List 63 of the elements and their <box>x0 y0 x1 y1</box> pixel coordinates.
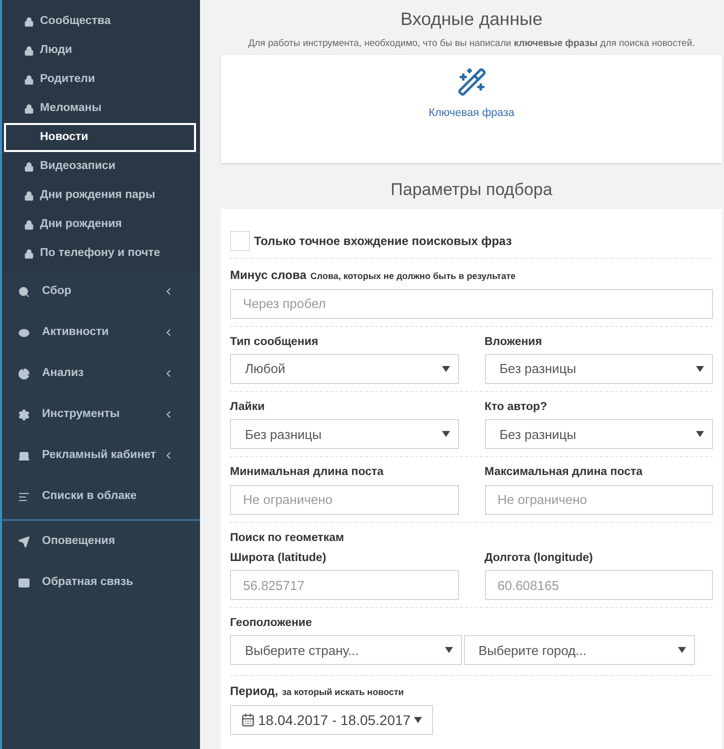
field-label: Долгота (longitude) <box>484 550 594 566</box>
input-field[interactable]: Не ограничено <box>230 484 458 514</box>
menu-item[interactable]: Инструменты <box>2 394 200 435</box>
submenu-item[interactable]: Дни рождения пары <box>2 181 200 210</box>
menu-item[interactable]: Анализ <box>2 353 200 394</box>
section-title: Входные данные <box>400 8 544 31</box>
magic-wand-icon <box>456 67 486 98</box>
menu-item[interactable]: Обратная связь <box>2 562 200 603</box>
caret-icon <box>444 647 452 654</box>
caret-icon <box>414 717 422 724</box>
submenu-item[interactable]: Меломаны <box>2 94 200 123</box>
field-label: Поиск по геометкам <box>230 530 345 546</box>
field-label: Вложения <box>484 334 543 350</box>
field-note: за который искать новости <box>282 686 404 700</box>
field-label: Широта (latitude) <box>230 550 328 566</box>
list-icon <box>18 490 30 502</box>
pie-chart-icon <box>18 368 30 380</box>
date-range-button[interactable]: 18.04.2017 - 18.05.2017 <box>230 705 433 736</box>
submenu-item[interactable]: Родители <box>2 65 200 94</box>
input-field[interactable]: 56.825717 <box>230 570 458 600</box>
caret-icon <box>442 366 450 372</box>
input-field[interactable]: 60.608165 <box>484 570 713 600</box>
field-label: Период, <box>230 683 278 700</box>
field-label: Тип сообщения <box>230 334 320 350</box>
submenu-item[interactable]: Дни рождения <box>2 210 200 239</box>
field-label: Лайки <box>230 400 266 415</box>
field-label: Максимальная длина поста <box>484 465 644 480</box>
menu-item[interactable]: Рекламный кабинет <box>2 435 200 476</box>
magnifier-icon <box>18 286 30 298</box>
input-field[interactable]: Не ограничено <box>484 484 713 514</box>
select-dropdown[interactable]: Без разницы <box>484 354 713 384</box>
field-label: Минус слова <box>230 266 306 284</box>
select-dropdown[interactable]: Выберите город... <box>464 635 695 666</box>
caret-icon <box>696 431 704 438</box>
description-text: Для работы инструмента, необходимо, что бы вы написали ключевые фразы для поиска новостей. <box>247 37 696 51</box>
menu-item[interactable]: Оповещения <box>2 521 200 562</box>
caret-icon <box>678 647 686 654</box>
select-dropdown[interactable]: Без разницы <box>230 419 458 450</box>
field-label: Минимальная длина поста <box>230 465 384 480</box>
menu-item[interactable]: Активности <box>2 312 200 353</box>
keyword-phrase-link[interactable]: Ключевая фраза <box>428 105 514 122</box>
checkbox-label: Только точное вхождение поисковых фраз <box>254 232 512 250</box>
field-note: Слова, которых не должно быть в результате <box>310 270 516 283</box>
input-field[interactable]: Через пробел <box>230 288 713 319</box>
select-dropdown[interactable]: Выберите страну... <box>230 635 462 666</box>
select-dropdown[interactable]: Любой <box>230 354 458 384</box>
caret-icon <box>696 366 704 372</box>
paper-plane-icon <box>18 536 30 548</box>
field-label: Геоположение <box>230 616 313 631</box>
submenu-item[interactable]: Люди <box>2 36 200 65</box>
submenu-item[interactable]: Видеозаписи <box>2 152 200 181</box>
submenu-item[interactable]: Новости <box>4 123 196 152</box>
submenu-item[interactable]: Сообщества <box>2 7 200 36</box>
gear-icon <box>18 408 30 420</box>
submenu-item[interactable]: По телефону и почте <box>2 239 200 268</box>
calendar-icon <box>241 713 255 728</box>
select-dropdown[interactable]: Без разницы <box>484 419 713 450</box>
menu-item[interactable]: Сбор <box>2 271 200 312</box>
field-label: Кто автор? <box>484 400 548 415</box>
caret-icon <box>442 431 450 438</box>
menu-item[interactable]: Списки в облаке <box>2 476 200 517</box>
checkbox[interactable] <box>230 230 250 251</box>
section-title: Параметры подбора <box>390 179 554 202</box>
